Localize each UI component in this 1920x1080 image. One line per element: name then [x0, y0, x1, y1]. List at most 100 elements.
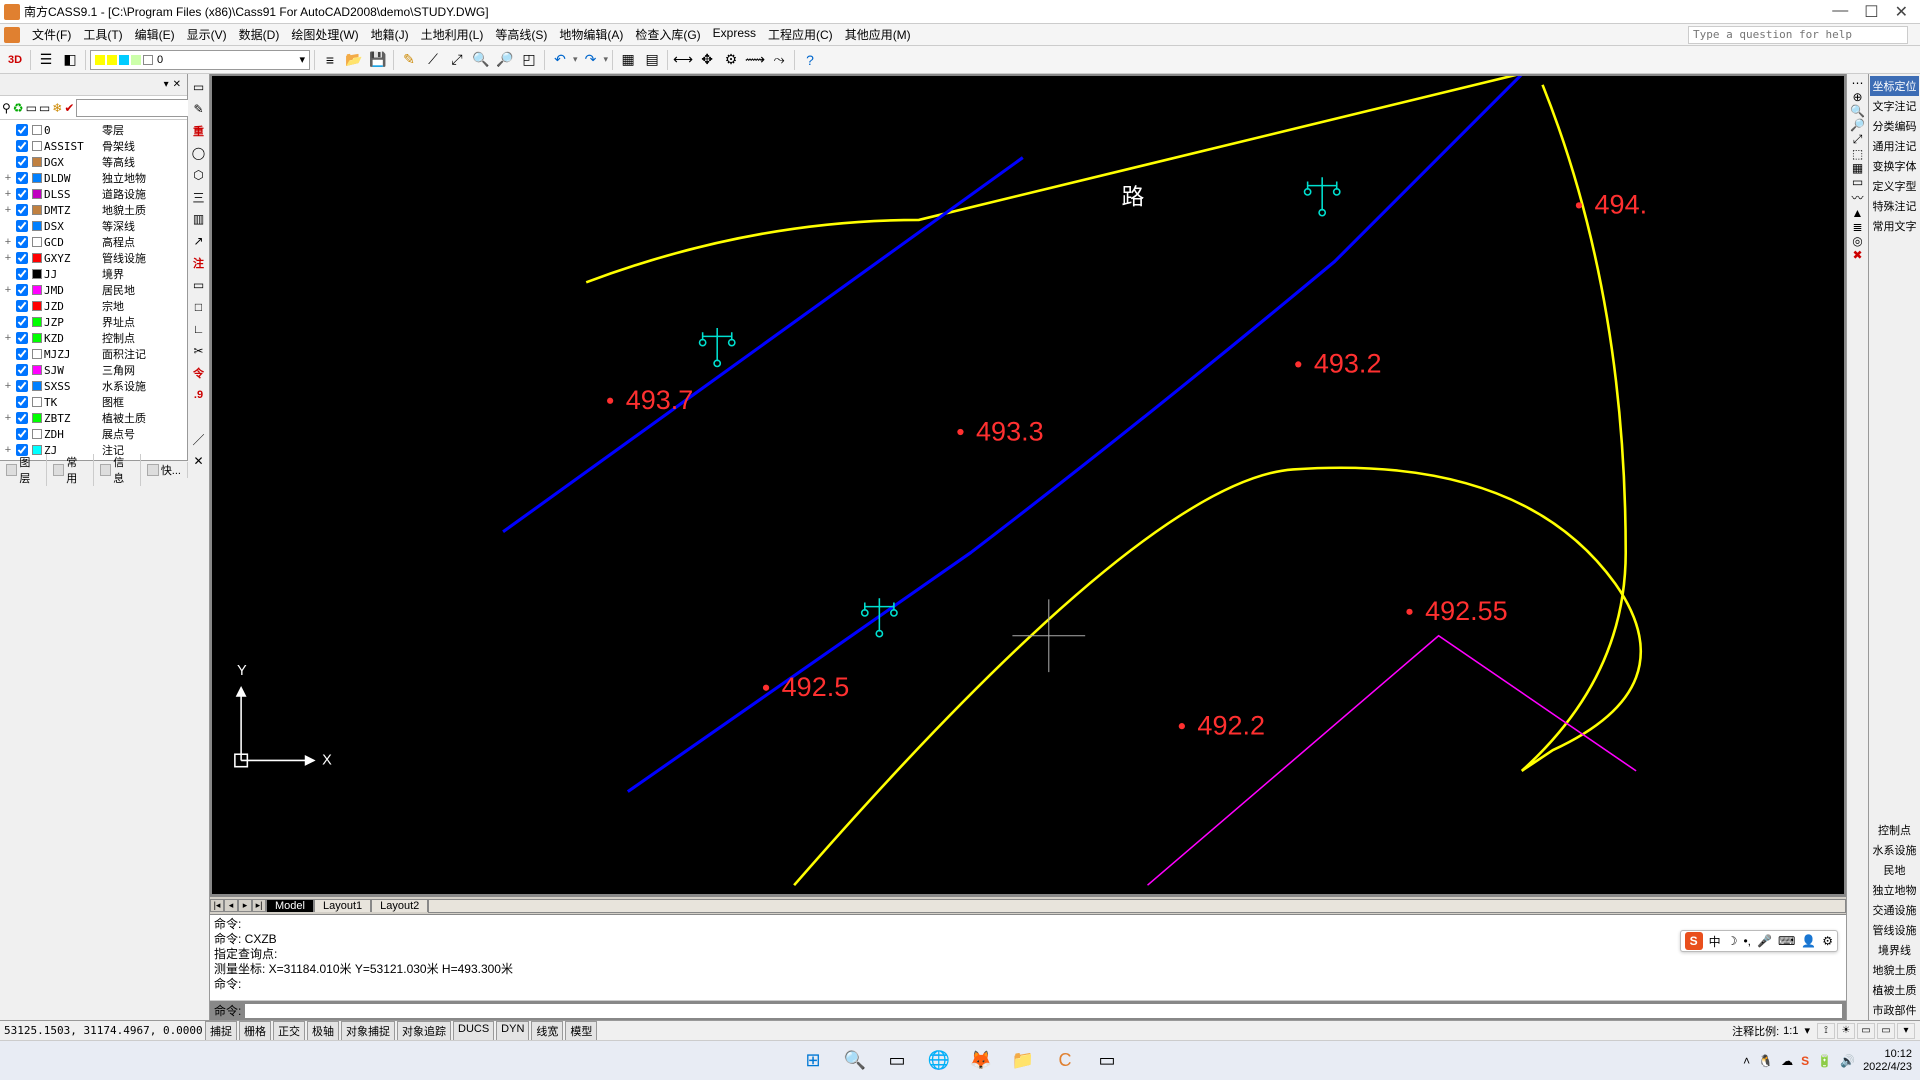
layer-vis-checkbox[interactable]: [16, 348, 28, 360]
dim-icon[interactable]: ⟷: [672, 49, 694, 71]
firefox-icon[interactable]: 🦊: [967, 1047, 995, 1075]
delete-icon[interactable]: ✖: [1852, 248, 1862, 262]
layer-prop-icon[interactable]: ◧: [59, 49, 81, 71]
layer-vis-checkbox[interactable]: [16, 268, 28, 280]
chrome-icon[interactable]: 🌐: [925, 1047, 953, 1075]
rect-icon[interactable]: ▭: [189, 275, 209, 295]
search-strip-icon[interactable]: 🔍: [1850, 104, 1865, 118]
explorer-icon[interactable]: 📁: [1009, 1047, 1037, 1075]
pan-strip-icon[interactable]: ⤢: [1853, 132, 1863, 147]
layer-vis-checkbox[interactable]: [16, 316, 28, 328]
status-toggle-对象追踪[interactable]: 对象追踪: [397, 1021, 451, 1041]
layer-row-JMD[interactable]: + JMD居民地: [2, 282, 185, 298]
zoom-win-icon[interactable]: ◰: [518, 49, 540, 71]
menu-其他应用(M)[interactable]: 其他应用(M): [839, 24, 917, 45]
layer-vis-checkbox[interactable]: [16, 252, 28, 264]
ime-lang[interactable]: 中: [1709, 933, 1721, 950]
help-icon[interactable]: ?: [799, 49, 821, 71]
menu-检查入库(G)[interactable]: 检查入库(G): [629, 24, 706, 45]
status-toggle-线宽[interactable]: 线宽: [531, 1021, 563, 1041]
panel-tab-快...[interactable]: 快...: [141, 462, 188, 478]
layer-row-GXYZ[interactable]: + GXYZ管线设施: [2, 250, 185, 266]
layer-vis-checkbox[interactable]: [16, 124, 28, 136]
filter-icon[interactable]: ⚲: [2, 99, 11, 117]
status-toggle-DUCS[interactable]: DUCS: [453, 1021, 494, 1041]
right-btn-独立地物[interactable]: 独立地物: [1870, 880, 1919, 900]
anno-icon[interactable]: ⟟: [1817, 1023, 1835, 1039]
right-btn-交通设施[interactable]: 交通设施: [1870, 900, 1919, 920]
right-btn-市政部件[interactable]: 市政部件: [1870, 1000, 1919, 1020]
status-toggle-极轴[interactable]: 极轴: [307, 1021, 339, 1041]
layer-row-ZBTZ[interactable]: + ZBTZ植被土质: [2, 410, 185, 426]
right-btn-境界线[interactable]: 境界线: [1870, 940, 1919, 960]
region-icon[interactable]: ▦: [1852, 161, 1863, 175]
layer-row-MJZJ[interactable]: MJZJ面积注记: [2, 346, 185, 362]
tray-qq-icon[interactable]: 🐧: [1758, 1054, 1773, 1068]
menu-编辑(E)[interactable]: 编辑(E): [129, 24, 181, 45]
menu-显示(V)[interactable]: 显示(V): [181, 24, 233, 45]
arrow-icon[interactable]: ↗: [189, 231, 209, 251]
tray-volume-icon[interactable]: 🔊: [1840, 1054, 1855, 1068]
help-search-input[interactable]: [1688, 26, 1908, 44]
menu-Express[interactable]: Express: [707, 24, 762, 45]
select-icon[interactable]: ▭: [189, 77, 209, 97]
break-icon[interactable]: ⤳: [768, 49, 790, 71]
dot9-label[interactable]: .9: [189, 385, 209, 405]
maximize-button[interactable]: ☐: [1864, 2, 1878, 22]
menu-等高线(S)[interactable]: 等高线(S): [489, 24, 553, 45]
angle-icon[interactable]: ∟: [189, 319, 209, 339]
sun-icon[interactable]: ☀: [1837, 1023, 1855, 1039]
hex-icon[interactable]: ⬡: [189, 165, 209, 185]
check-icon[interactable]: ✔: [64, 99, 74, 117]
zoom-in-icon[interactable]: 🔍: [470, 49, 492, 71]
eyedrop-icon[interactable]: ✕: [189, 451, 209, 471]
menu-地物编辑(A)[interactable]: 地物编辑(A): [553, 24, 629, 45]
layer-row-KZD[interactable]: + KZD控制点: [2, 330, 185, 346]
measure-icon[interactable]: ⟋: [422, 49, 444, 71]
globe-icon[interactable]: ◎: [1852, 234, 1862, 248]
ruler-icon[interactable]: ▥: [189, 209, 209, 229]
panel-tab-图层[interactable]: 图层: [0, 454, 47, 486]
tray-battery-icon[interactable]: 🔋: [1817, 1054, 1832, 1068]
start-icon[interactable]: ⊞: [799, 1047, 827, 1075]
layer-vis-checkbox[interactable]: [16, 172, 28, 184]
tab-layout2[interactable]: Layout2: [371, 899, 428, 912]
undo-icon[interactable]: ↶: [549, 49, 571, 71]
right-btn-特殊注记[interactable]: 特殊注记: [1870, 196, 1919, 216]
layer-row-JZD[interactable]: JZD宗地: [2, 298, 185, 314]
status-toggle-捕捉[interactable]: 捕捉: [205, 1021, 237, 1041]
layer-vis-checkbox[interactable]: [16, 156, 28, 168]
ime-comma-icon[interactable]: •,: [1743, 934, 1751, 948]
close-button[interactable]: ✕: [1895, 2, 1908, 22]
layer-row-SXSS[interactable]: + SXSS水系设施: [2, 378, 185, 394]
layers-icon[interactable]: ☰: [35, 49, 57, 71]
cass-taskbar-icon[interactable]: C: [1051, 1047, 1079, 1075]
layer-combo[interactable]: 0 ▾: [90, 50, 310, 70]
layer-vis-checkbox[interactable]: [16, 412, 28, 424]
status-toggle-模型[interactable]: 模型: [565, 1021, 597, 1041]
menu-数据(D)[interactable]: 数据(D): [233, 24, 286, 45]
zoom-strip-icon[interactable]: 🔎: [1850, 118, 1865, 132]
right-btn-分类编码[interactable]: 分类编码: [1870, 116, 1919, 136]
layer-vis-checkbox[interactable]: [16, 236, 28, 248]
cmd-label[interactable]: 令: [189, 363, 209, 383]
layer-vis-checkbox[interactable]: [16, 428, 28, 440]
ime-moon-icon[interactable]: ☽: [1727, 934, 1738, 948]
right-btn-常用文字[interactable]: 常用文字: [1870, 216, 1919, 236]
redo-icon[interactable]: ↷: [580, 49, 602, 71]
right-btn-变换字体[interactable]: 变换字体: [1870, 156, 1919, 176]
pen-icon[interactable]: ／: [189, 429, 209, 449]
right-btn-植被土质[interactable]: 植被土质: [1870, 980, 1919, 1000]
layer-row-JJ[interactable]: JJ境界: [2, 266, 185, 282]
right-btn-通用注记[interactable]: 通用注记: [1870, 136, 1919, 156]
right-btn-坐标定位[interactable]: 坐标定位: [1870, 76, 1919, 96]
grid-icon[interactable]: ▤: [641, 49, 663, 71]
command-input[interactable]: [245, 1004, 1842, 1018]
pencil-icon[interactable]: ✎: [398, 49, 420, 71]
layer-vis-checkbox[interactable]: [16, 332, 28, 344]
right-btn-文字注记[interactable]: 文字注记: [1870, 96, 1919, 116]
panel-tab-信息[interactable]: 信息: [94, 454, 141, 486]
ime-floating-bar[interactable]: S 中 ☽ •, 🎤 ⌨ 👤 ⚙: [1680, 930, 1838, 952]
tab-layout1[interactable]: Layout1: [314, 899, 371, 912]
taskbar-clock[interactable]: 10:12 2022/4/23: [1863, 1048, 1912, 1074]
